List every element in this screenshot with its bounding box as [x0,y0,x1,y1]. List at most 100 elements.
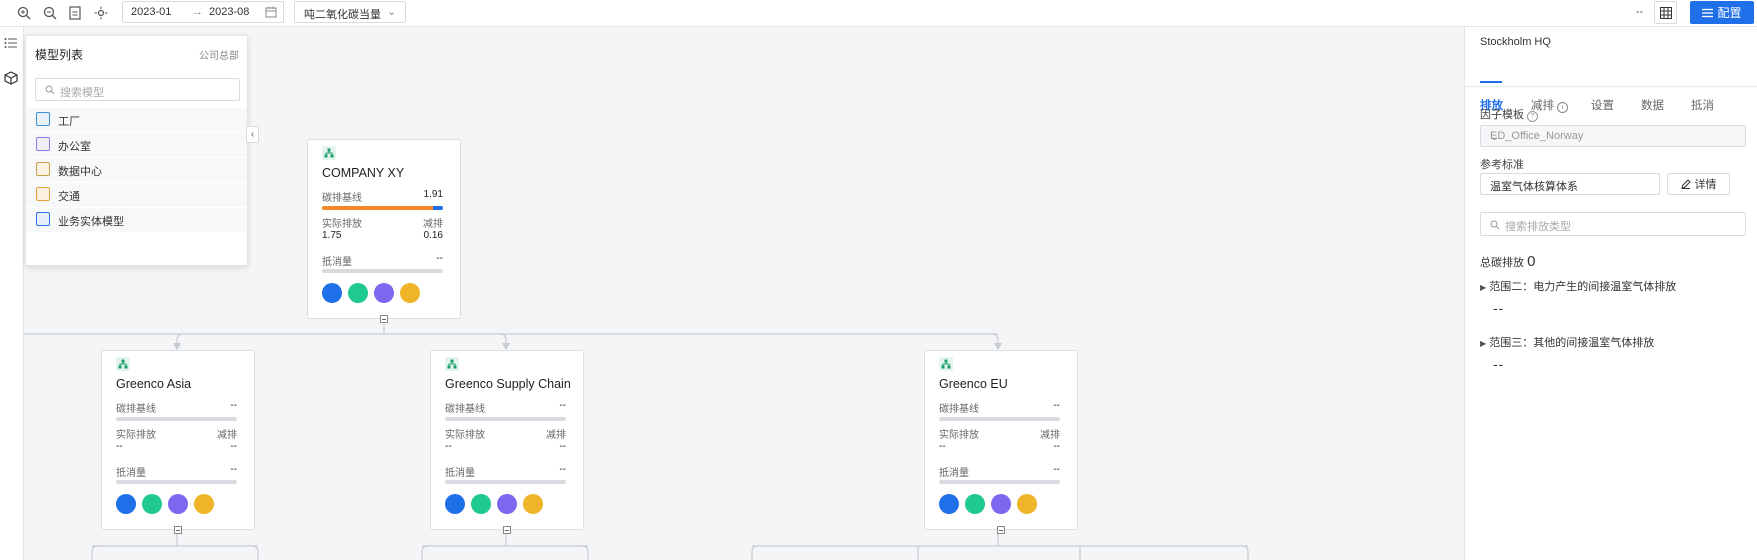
library-search-placeholder: 搜索模型 [60,87,104,99]
baseline-bar-fill [322,206,434,210]
scope-dot-3[interactable] [497,494,517,514]
reduction-value: -- [1053,441,1060,452]
offset-value: -- [230,464,237,475]
reduction-label: 减排 [217,430,237,441]
scope-dot-3[interactable] [991,494,1011,514]
card-company-xy[interactable]: COMPANY XY 碳排基线 1.91 实际排放 减排 1.75 0.16 抵消量 -- [307,139,461,319]
emission-type-search-input[interactable]: 搜索排放类型 [1480,212,1746,236]
card-greenco-asia[interactable]: Greenco Asia 碳排基线 -- 实际排放 减排 -- -- 抵消量 -- [101,350,255,530]
reduction-label: 减排 [546,430,566,441]
scope-dot-1[interactable] [939,494,959,514]
scope-dot-3[interactable] [168,494,188,514]
library-item-label: 数据中心 [58,166,102,178]
scope-dot-2[interactable] [348,283,368,303]
baseline-label: 碳排基线 [445,404,485,415]
card-greenco-supply-chain[interactable]: Greenco Supply Chain 碳排基线 -- 实际排放 减排 -- -- 抵消量 -… [430,350,584,530]
card-title: Greenco Asia [116,377,192,391]
library-item-transport[interactable]: 交通 [26,183,247,208]
total-emissions-label-text: 总碳排放 [1480,257,1524,269]
library-item-business-entity[interactable]: 业务实体模型 [26,208,247,233]
scope-dot-2[interactable] [142,494,162,514]
scope-dot-1[interactable] [116,494,136,514]
total-emissions-label: 总碳排放 0 [1480,253,1535,270]
office-icon [36,137,50,151]
scope3-toggle[interactable]: ▶ 范围三：其他的间接温室气体排放 [1480,334,1654,350]
card-greenco-eu[interactable]: Greenco EU 碳排基线 -- 实际排放 减排 -- -- 抵消量 -- [924,350,1078,530]
caret-right-icon: ▶ [1480,283,1487,292]
offset-value: -- [1053,464,1060,475]
library-item-factory[interactable]: 工厂 [26,108,247,133]
config-button[interactable]: 配置 [1690,1,1754,24]
scope-dot-4[interactable] [194,494,214,514]
offset-value: -- [559,464,566,475]
panel-title: Stockholm HQ [1480,36,1551,48]
scope-dot-2[interactable] [965,494,985,514]
library-item-label: 交通 [58,191,80,203]
library-item-office[interactable]: 办公室 [26,133,247,158]
detail-button-label: 详情 [1694,179,1717,191]
actual-emission-value: -- [445,441,452,452]
library-search-input[interactable]: 搜索模型 [35,78,240,101]
table-view-button[interactable] [1654,1,1677,24]
card-title: COMPANY XY [322,166,405,180]
card-title: Greenco Supply Chain [445,377,571,391]
baseline-value: -- [559,400,566,411]
org-node-icon [322,146,336,160]
collapse-node-toggle[interactable] [174,526,182,534]
collapse-library-button[interactable]: ‹ [246,126,259,143]
table-icon [1659,6,1672,19]
settings-sliders-icon [1702,8,1714,17]
scope-dot-4[interactable] [1017,494,1037,514]
search-icon [1490,220,1500,230]
offset-bar [116,480,237,484]
actual-emission-label: 实际排放 [116,430,156,441]
scope-dot-1[interactable] [445,494,465,514]
offset-bar [322,269,443,273]
properties-panel: Stockholm HQ 排放 减排 i 设置 数据 抵消 因子模板 ? ED_… [1464,27,1757,560]
actual-emission-value: 1.75 [322,230,342,241]
library-subtitle[interactable]: 公司总部 [199,47,239,62]
collapse-node-toggle[interactable] [380,315,388,323]
detail-button[interactable]: 详情 [1667,173,1730,195]
factor-template-label: 因子模板 ? [1480,106,1539,122]
scope-dot-1[interactable] [322,283,342,303]
tab-settings[interactable]: 设置 [1591,97,1614,113]
tabs-divider [1465,86,1757,87]
reduction-value: -- [230,441,237,452]
scope-dot-4[interactable] [523,494,543,514]
library-item-data-center[interactable]: 数据中心 [26,158,247,183]
scope2-toggle[interactable]: ▶ 范围二：电力产生的间接温室气体排放 [1480,278,1676,294]
offset-bar [939,480,1060,484]
tab-offset[interactable]: 抵消 [1691,97,1714,113]
data-center-icon [36,162,50,176]
baseline-value: 1.91 [423,189,443,200]
standard-label: 参考标准 [1480,159,1524,171]
baseline-bar [939,417,1060,421]
active-tab-indicator [1480,81,1502,83]
baseline-value: -- [230,400,237,411]
reduction-label: 减排 [1040,430,1060,441]
reduction-value: -- [559,441,566,452]
config-button-label: 配置 [1717,6,1742,20]
library-item-label: 业务实体模型 [58,216,124,228]
offset-label: 抵消量 [322,257,352,268]
help-icon: ? [1527,111,1539,122]
baseline-label: 碳排基线 [322,193,362,204]
offset-label: 抵消量 [445,468,475,479]
panel-tabs: 排放 减排 i 设置 数据 抵消 [1465,57,1757,113]
collapse-node-toggle[interactable] [997,526,1005,534]
collapse-node-toggle[interactable] [503,526,511,534]
org-node-icon [445,357,459,371]
scope-dot-3[interactable] [374,283,394,303]
tab-data[interactable]: 数据 [1641,97,1664,113]
reduction-bar-fill [433,206,443,210]
standard-select[interactable]: 温室气体核算体系 ⌄ [1480,173,1660,195]
edit-icon [1680,179,1691,189]
reduction-value: 0.16 [423,230,443,241]
scope-dot-2[interactable] [471,494,491,514]
scope-dot-4[interactable] [400,283,420,303]
baseline-value: -- [1053,400,1060,411]
actual-emission-label: 实际排放 [322,219,362,230]
offset-bar [445,480,566,484]
actual-emission-label: 实际排放 [445,430,485,441]
